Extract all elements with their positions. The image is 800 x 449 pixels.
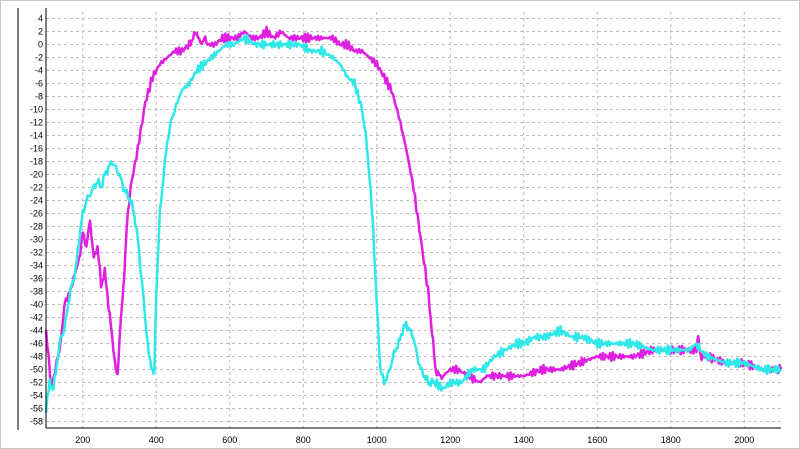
y-tick-label: -26 bbox=[30, 209, 43, 219]
axes bbox=[17, 8, 781, 430]
line-chart: 4 2 0 -2 -4 -6 -8 -10 -12 -14 -16 -18 -20 -22 -24 -26 -2… bbox=[17, 8, 783, 446]
y-tick-label: -50 bbox=[30, 365, 43, 375]
y-tick-label: -8 bbox=[35, 92, 43, 102]
y-tick-label: 4 bbox=[38, 14, 43, 24]
y-tick-label: -34 bbox=[30, 261, 43, 271]
y-tick-label: -28 bbox=[30, 222, 43, 232]
y-tick-label: 2 bbox=[38, 27, 43, 37]
y-tick-label: -20 bbox=[30, 170, 43, 180]
y-tick-label: -42 bbox=[30, 313, 43, 323]
y-tick-label: -2 bbox=[35, 53, 43, 63]
tick-labels: 4 2 0 -2 -4 -6 -8 -10 -12 -14 -16 -18 -20 -22 -24 -26 -2… bbox=[30, 14, 754, 446]
x-tick-label: 400 bbox=[149, 435, 164, 445]
x-tick-label: 1000 bbox=[367, 435, 387, 445]
x-tick-label: 1200 bbox=[440, 435, 460, 445]
y-tick-label: -32 bbox=[30, 248, 43, 258]
x-tick-label: 1600 bbox=[587, 435, 607, 445]
y-tick-label: -40 bbox=[30, 300, 43, 310]
y-tick-label: -30 bbox=[30, 235, 43, 245]
y-tick-label: -24 bbox=[30, 196, 43, 206]
x-tick-label: 200 bbox=[75, 435, 90, 445]
x-tick-label: 600 bbox=[222, 435, 237, 445]
y-tick-label: -6 bbox=[35, 79, 43, 89]
y-tick-label: -48 bbox=[30, 352, 43, 362]
y-tick-label: -4 bbox=[35, 66, 43, 76]
y-tick-label: -54 bbox=[30, 391, 43, 401]
x-tick-label: 2000 bbox=[734, 435, 754, 445]
y-tick-label: -10 bbox=[30, 105, 43, 115]
y-tick-label: -52 bbox=[30, 378, 43, 388]
y-tick-label: -38 bbox=[30, 287, 43, 297]
y-tick-label: -16 bbox=[30, 144, 43, 154]
y-tick-label: -22 bbox=[30, 183, 43, 193]
y-tick-label: -18 bbox=[30, 157, 43, 167]
x-tick-label: 800 bbox=[296, 435, 311, 445]
y-tick-label: -36 bbox=[30, 274, 43, 284]
y-tick-label: -12 bbox=[30, 118, 43, 128]
x-tick-label: 1400 bbox=[514, 435, 534, 445]
y-tick-label: 0 bbox=[38, 40, 43, 50]
x-tick-label: 1800 bbox=[661, 435, 681, 445]
y-tick-label: -44 bbox=[30, 326, 43, 336]
y-tick-label: -58 bbox=[30, 417, 43, 427]
y-tick-label: -56 bbox=[30, 404, 43, 414]
y-tick-label: -46 bbox=[30, 339, 43, 349]
y-tick-label: -14 bbox=[30, 131, 43, 141]
